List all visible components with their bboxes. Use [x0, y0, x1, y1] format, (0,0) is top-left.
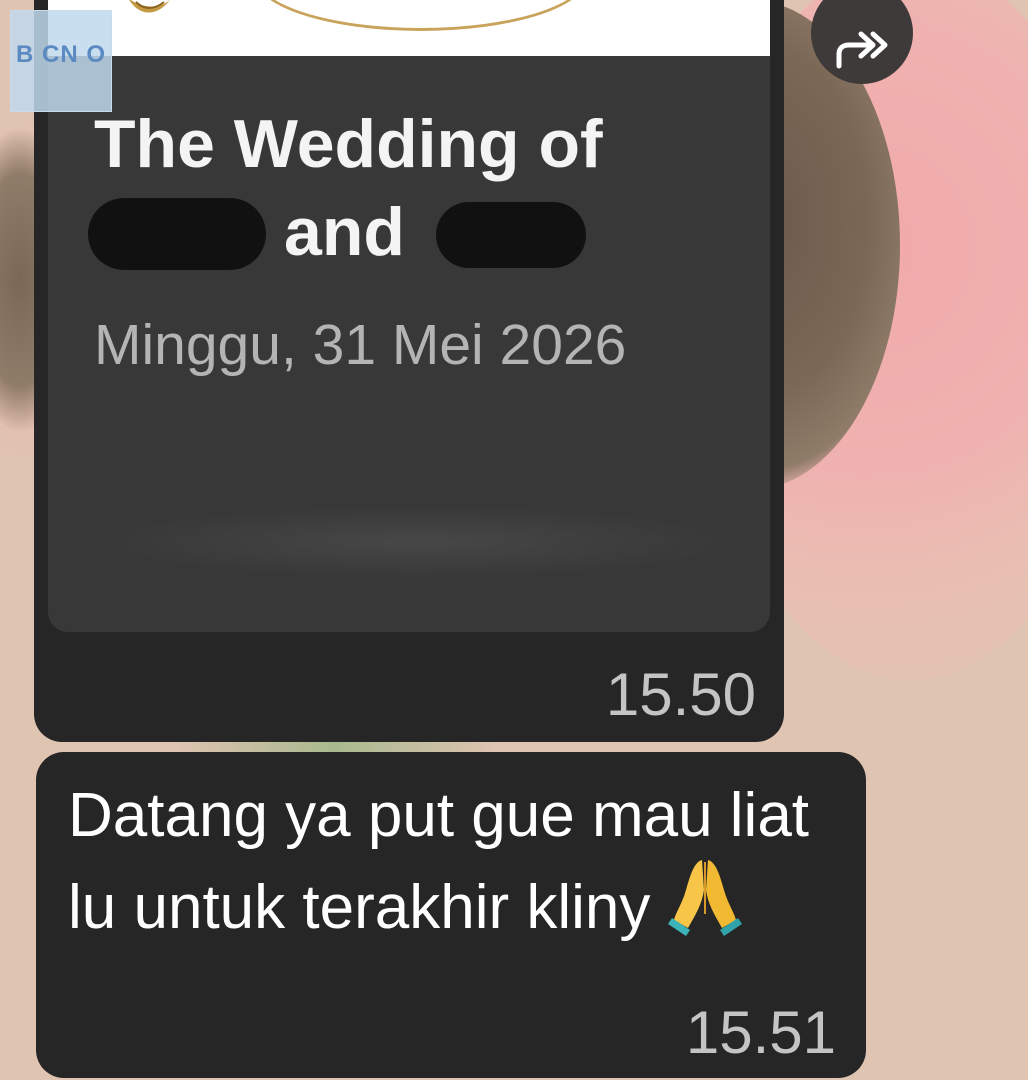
message-timestamp: 15.50: [605, 661, 756, 728]
message-timestamp: 15.51: [685, 999, 836, 1066]
sticker-logo: B CN O: [10, 10, 112, 112]
forward-icon: [836, 31, 888, 69]
message-text: Datang ya put gue mau liat lu untuk tera…: [68, 778, 828, 946]
sticker-label: B CN O: [16, 41, 106, 68]
message-bubble-text[interactable]: Datang ya put gue mau liat lu untuk tera…: [36, 752, 866, 1078]
folded-hands-emoji-icon: [667, 860, 742, 936]
message-1-meta: 15.50: [34, 0, 784, 742]
